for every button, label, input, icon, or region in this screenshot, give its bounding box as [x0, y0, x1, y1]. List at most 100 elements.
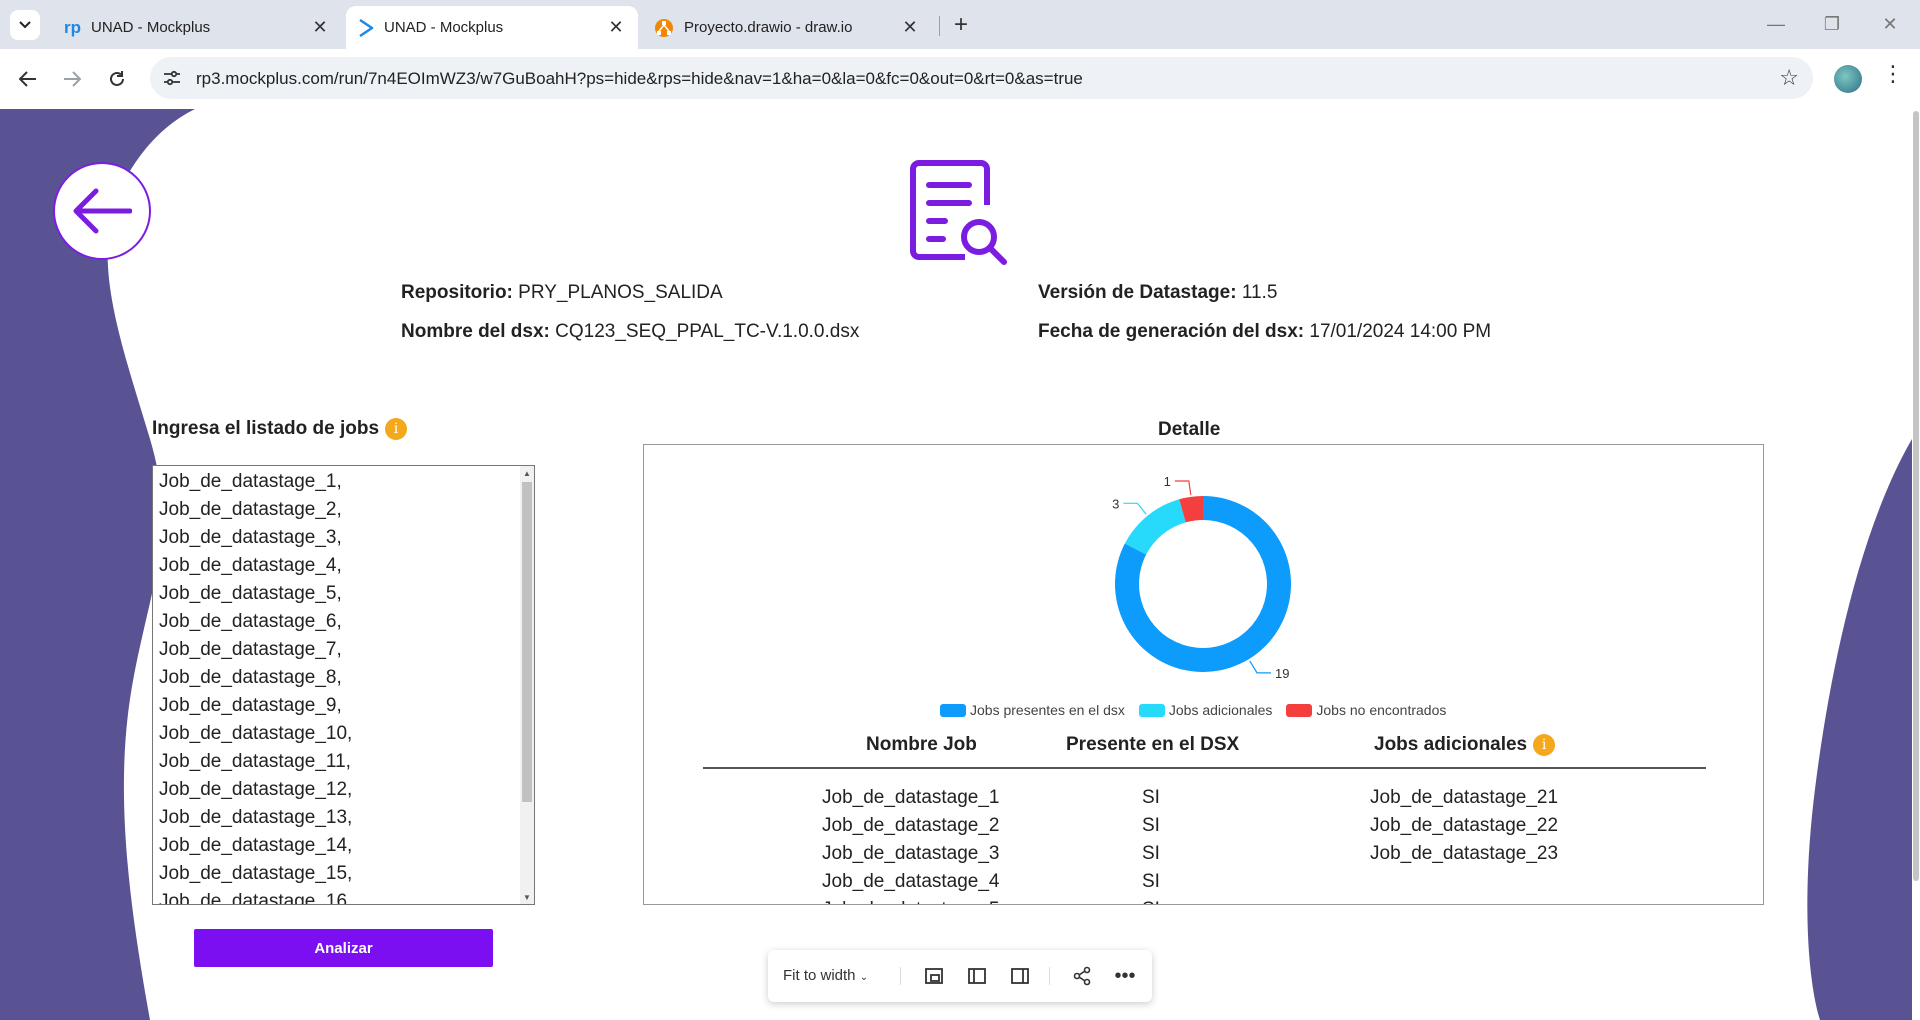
- left-panel-icon: [968, 968, 986, 984]
- job-list-line: Job_de_datastage_9,: [159, 695, 342, 716]
- legend-swatch: [1286, 703, 1313, 717]
- frame-view-button[interactable]: [922, 964, 946, 988]
- donut-leader-line: [1249, 660, 1272, 674]
- bookmark-star-icon[interactable]: ☆: [1779, 65, 1799, 91]
- mockplus-page: Repositorio: PRY_PLANOS_SALIDA Nombre de…: [0, 109, 1920, 1020]
- close-icon[interactable]: ✕: [900, 17, 920, 38]
- present-cell: SI: [1142, 899, 1160, 904]
- generation-date-info: Fecha de generación del dsx: 17/01/2024 …: [1038, 321, 1491, 343]
- right-panel-button[interactable]: [1008, 964, 1032, 988]
- url-text[interactable]: rp3.mockplus.com/run/7n4EOImWZ3/w7GuBoah…: [196, 69, 1083, 89]
- close-icon[interactable]: ✕: [606, 17, 626, 38]
- column-header-present: Presente en el DSX: [1066, 734, 1240, 755]
- document-search-icon: [910, 160, 1007, 265]
- job-list-line: Job_de_datastage_11,: [159, 751, 351, 772]
- info-icon[interactable]: i: [385, 418, 408, 440]
- forward-nav-button[interactable]: [56, 63, 88, 95]
- fit-to-width-dropdown[interactable]: Fit to width ⌄: [783, 967, 868, 984]
- mockplus-play-icon: [359, 18, 374, 37]
- job-list-line: Job_de_datastage_4,: [159, 555, 342, 576]
- legend-swatch: [940, 703, 966, 717]
- tab-unad-mockplus-1[interactable]: rp UNAD - Mockplus ✕: [52, 6, 342, 49]
- tab-title: UNAD - Mockplus: [91, 19, 211, 36]
- job-list-line: Job_de_datastage_12,: [159, 779, 353, 800]
- job-list-line: Job_de_datastage_10,: [159, 723, 353, 744]
- toolbar-divider: [900, 967, 901, 985]
- present-cell: SI: [1142, 843, 1160, 864]
- share-button[interactable]: [1070, 964, 1094, 988]
- datastage-version-label: Versión de Datastage:: [1038, 282, 1237, 303]
- textarea-scrollbar-thumb[interactable]: [522, 482, 532, 802]
- frame-icon: [925, 968, 943, 984]
- repository-info: Repositorio: PRY_PLANOS_SALIDA: [401, 282, 723, 304]
- tab-drawio[interactable]: Proyecto.drawio - draw.io ✕: [642, 6, 932, 49]
- minimize-button[interactable]: —: [1756, 10, 1796, 38]
- reload-icon: [110, 71, 124, 86]
- present-cell: SI: [1142, 815, 1160, 836]
- donut-leader-line: [1174, 480, 1192, 495]
- info-icon[interactable]: i: [1533, 734, 1556, 756]
- back-nav-button[interactable]: [12, 63, 44, 95]
- present-cell: SI: [1142, 871, 1160, 892]
- datastage-version-value: 11.5: [1241, 282, 1278, 303]
- job-list-line: Job_de_datastage_16,: [159, 891, 353, 905]
- page-scrollbar[interactable]: [1912, 109, 1920, 1020]
- repository-value: PRY_PLANOS_SALIDA: [518, 282, 723, 303]
- jobs-list-textarea[interactable]: Job_de_datastage_1, Job_de_datastage_2, Jo…: [152, 465, 535, 905]
- analyze-button[interactable]: Analizar: [194, 929, 493, 967]
- more-options-icon[interactable]: •••: [1113, 964, 1137, 988]
- arrow-left-icon: [73, 188, 132, 234]
- job-name-cell: Job_de_datastage_3: [822, 843, 1000, 864]
- close-icon[interactable]: ✕: [310, 17, 330, 38]
- mockplus-rp-icon: rp: [64, 17, 81, 37]
- textarea-scrollbar[interactable]: ▲ ▼: [520, 466, 534, 904]
- close-window-button[interactable]: ✕: [1870, 10, 1910, 38]
- tab-divider: [939, 16, 940, 36]
- legend-item[interactable]: Jobs adicionales: [1138, 702, 1273, 718]
- job-list-line: Job_de_datastage_15,: [159, 863, 353, 884]
- generation-date-label: Fecha de generación del dsx:: [1038, 321, 1305, 342]
- donut-value-label: 1: [1164, 474, 1171, 489]
- profile-avatar[interactable]: [1834, 65, 1862, 93]
- reload-button[interactable]: [101, 63, 133, 95]
- legend-label: Jobs adicionales: [1168, 702, 1273, 718]
- chevron-down-icon: [19, 21, 31, 29]
- job-name-cell: Job_de_datastage_4: [822, 871, 1000, 892]
- left-panel-button[interactable]: [965, 964, 989, 988]
- tab-title: Proyecto.drawio - draw.io: [684, 19, 853, 36]
- right-panel-icon: [1011, 968, 1029, 984]
- site-settings-icon[interactable]: [160, 66, 184, 90]
- tab-search-button[interactable]: [10, 10, 40, 40]
- additional-job-cell: Job_de_datastage_21: [1370, 787, 1559, 808]
- legend-swatch: [1138, 703, 1165, 717]
- fit-to-width-label: Fit to width: [783, 967, 856, 984]
- restore-button[interactable]: ❐: [1812, 10, 1852, 38]
- address-bar[interactable]: rp3.mockplus.com/run/7n4EOImWZ3/w7GuBoah…: [150, 57, 1813, 99]
- detail-title: Detalle: [1158, 419, 1221, 440]
- legend-label: Jobs presentes en el dsx: [970, 702, 1125, 718]
- legend-item[interactable]: Jobs presentes en el dsx: [940, 702, 1125, 718]
- legend-label: Jobs no encontrados: [1316, 702, 1447, 718]
- browser-menu-button[interactable]: ⋮: [1882, 61, 1904, 87]
- browser-toolbar: rp3.mockplus.com/run/7n4EOImWZ3/w7GuBoah…: [0, 49, 1920, 109]
- legend-item[interactable]: Jobs no encontrados: [1286, 702, 1446, 718]
- job-list-line: Job_de_datastage_8,: [159, 667, 342, 688]
- job-list-line: Job_de_datastage_2,: [159, 499, 342, 520]
- page-scrollbar-thumb[interactable]: [1913, 111, 1919, 881]
- tab-title: UNAD - Mockplus: [384, 19, 504, 36]
- new-tab-button[interactable]: +: [948, 11, 974, 38]
- jobs-list-label-text: Ingresa el listado de jobs: [152, 418, 380, 440]
- drawio-icon: [655, 18, 673, 37]
- jobs-donut-chart: 1931: [1112, 474, 1291, 681]
- arrow-left-icon: [19, 71, 36, 87]
- tab-unad-mockplus-2[interactable]: UNAD - Mockplus ✕: [346, 6, 638, 49]
- back-button[interactable]: [53, 162, 151, 260]
- scroll-up-icon[interactable]: ▲: [520, 466, 534, 480]
- dsx-name-info: Nombre del dsx: CQ123_SEQ_PPAL_TC-V.1.0.…: [401, 321, 859, 343]
- donut-slice-1[interactable]: [1124, 499, 1186, 555]
- jobs-list-lines: Job_de_datastage_1, Job_de_datastage_2, Jo…: [159, 468, 353, 905]
- datastage-version-info: Versión de Datastage: 11.5: [1038, 282, 1277, 304]
- toolbar-divider: [1049, 967, 1050, 985]
- arrow-right-icon: [64, 71, 81, 87]
- scroll-down-icon[interactable]: ▼: [520, 890, 534, 904]
